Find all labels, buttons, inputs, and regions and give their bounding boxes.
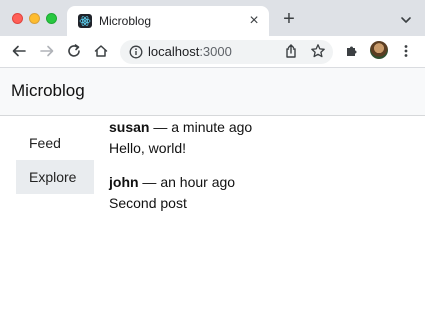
tab-search-chevron-icon[interactable]: [398, 12, 414, 28]
home-icon[interactable]: [92, 42, 110, 60]
browser-tab-active[interactable]: Microblog ×: [67, 6, 269, 36]
post-separator: —: [138, 174, 161, 190]
browser-toolbar: localhost:3000: [0, 36, 425, 68]
window-close-button[interactable]: [12, 13, 23, 24]
browser-menu-icon[interactable]: [397, 42, 415, 60]
site-info-icon[interactable]: [129, 45, 143, 59]
sidebar-item-explore[interactable]: Explore: [16, 160, 94, 194]
post-body: Second post: [109, 195, 187, 211]
window-minimize-button[interactable]: [29, 13, 40, 24]
address-url: localhost:3000: [148, 44, 232, 59]
profile-avatar[interactable]: [370, 41, 388, 59]
post-meta: john — an hour ago: [109, 173, 409, 191]
post-author[interactable]: john: [109, 174, 139, 190]
reload-icon[interactable]: [65, 42, 83, 60]
new-tab-button[interactable]: +: [280, 9, 298, 29]
window-zoom-button[interactable]: [46, 13, 57, 24]
sidebar: Feed Explore: [16, 126, 94, 194]
post-meta: susan — a minute ago: [109, 118, 409, 136]
post-author[interactable]: susan: [109, 119, 149, 135]
post-feed: susan — a minute ago Hello, world! john …: [109, 118, 409, 228]
tab-title: Microblog: [99, 14, 152, 28]
post-timestamp: a minute ago: [171, 119, 253, 135]
back-arrow-icon[interactable]: [10, 42, 28, 60]
share-icon[interactable]: [282, 42, 300, 60]
forward-arrow-icon[interactable]: [38, 42, 56, 60]
url-port: :3000: [199, 44, 232, 59]
post-item: susan — a minute ago Hello, world!: [109, 118, 409, 158]
address-bar[interactable]: localhost:3000: [120, 40, 333, 64]
extensions-puzzle-icon[interactable]: [343, 42, 361, 60]
post-body: Hello, world!: [109, 140, 187, 156]
post-item: john — an hour ago Second post: [109, 173, 409, 213]
app-title[interactable]: Microblog: [11, 81, 85, 101]
url-host: localhost: [148, 44, 200, 59]
app-header: Microblog: [0, 68, 425, 116]
post-separator: —: [149, 119, 172, 135]
browser-tab-strip: Microblog × +: [0, 0, 425, 36]
react-logo-icon: [78, 14, 92, 28]
bookmark-star-icon[interactable]: [309, 42, 327, 60]
sidebar-item-feed[interactable]: Feed: [16, 126, 94, 160]
tab-close-icon[interactable]: ×: [245, 12, 263, 30]
post-timestamp: an hour ago: [160, 174, 236, 190]
